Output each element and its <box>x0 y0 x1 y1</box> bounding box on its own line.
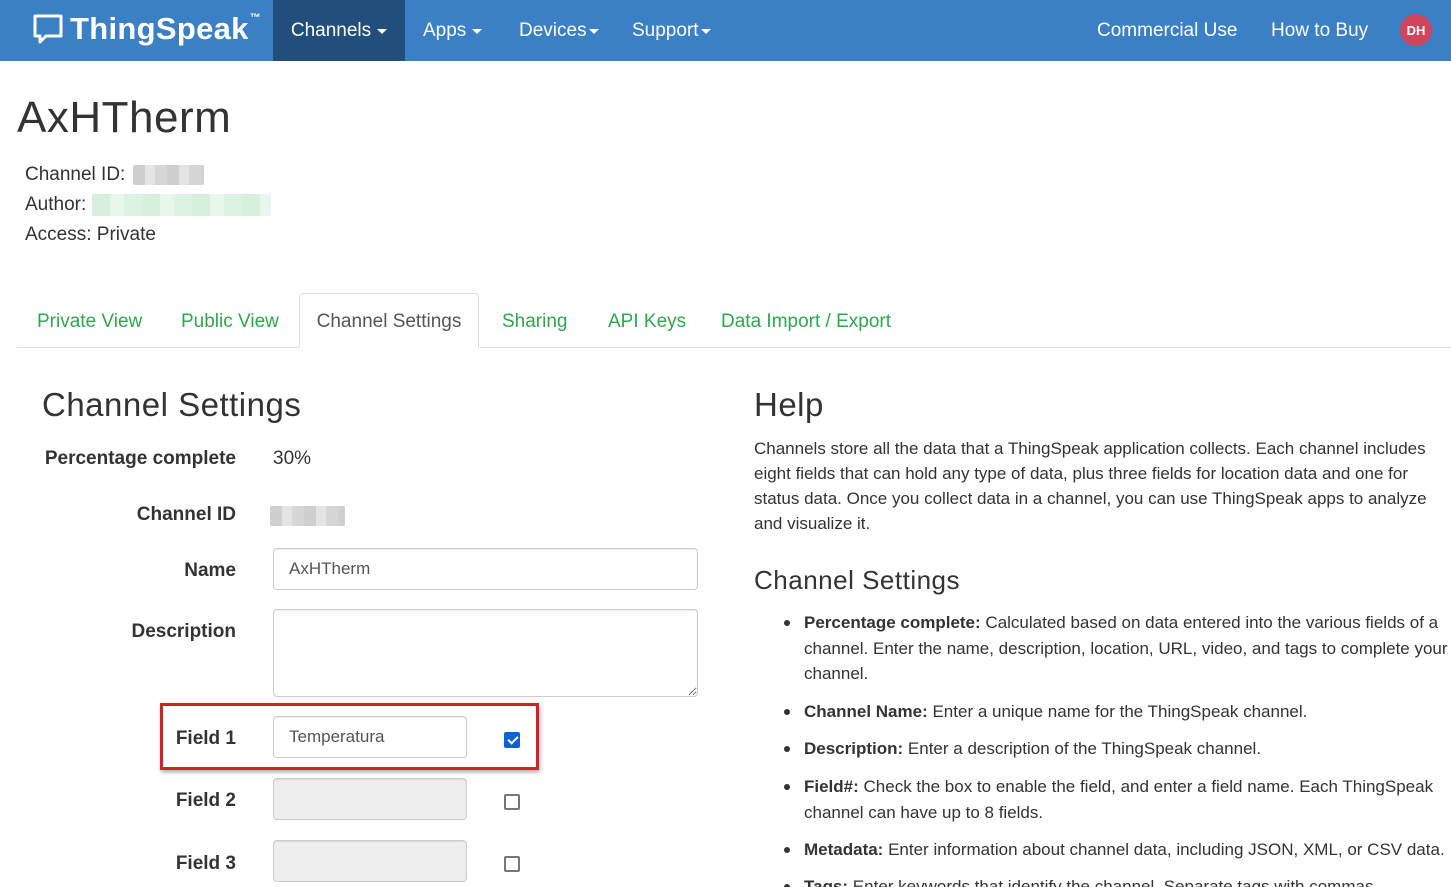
channel-id-meta-label: Channel ID: <box>25 164 126 185</box>
thingspeak-logo[interactable]: ThingSpeak ™ <box>32 11 261 47</box>
help-item: Channel Name: Enter a unique name for th… <box>804 699 1449 725</box>
field1-enable-checkbox[interactable] <box>504 732 520 748</box>
chevron-down-icon <box>377 29 388 34</box>
field2-enable-checkbox[interactable] <box>504 794 520 810</box>
channel-settings-heading: Channel Settings <box>42 386 302 423</box>
chevron-down-icon <box>472 29 483 34</box>
help-item-text: Enter keywords that identify the channel… <box>848 877 1379 887</box>
help-item-term: Metadata: <box>804 840 884 859</box>
help-item-term: Channel Name: <box>804 702 928 721</box>
author-meta-label: Author: <box>25 194 87 216</box>
field3-label: Field 3 <box>175 853 236 874</box>
help-item-text: Enter information about channel data, in… <box>883 840 1445 859</box>
nav-apps[interactable]: Apps <box>423 0 483 61</box>
help-item: Description: Enter a description of the … <box>804 736 1449 762</box>
help-item-term: Description: <box>804 739 904 758</box>
field1-input[interactable] <box>273 716 467 758</box>
nav-devices[interactable]: Devices <box>519 0 599 61</box>
field1-label: Field 1 <box>175 728 236 749</box>
chevron-down-icon <box>588 29 599 34</box>
redacted-author <box>91 194 271 216</box>
access-meta: Access: Private <box>25 224 156 245</box>
percentage-complete-label: Percentage complete <box>44 448 236 469</box>
bullet-icon <box>784 784 790 790</box>
name-label: Name <box>184 560 236 581</box>
nav-support-label: Support <box>632 19 699 41</box>
bullet-icon <box>784 709 790 715</box>
nav-support[interactable]: Support <box>632 0 711 61</box>
channel-id-meta: Channel ID: <box>25 164 204 186</box>
user-avatar[interactable]: DH <box>1400 14 1432 46</box>
redacted-channel-id <box>132 164 204 185</box>
tab-channel-settings[interactable]: Channel Settings <box>299 293 479 348</box>
nav-commercial-use-label: Commercial Use <box>1097 19 1238 41</box>
bullet-icon <box>784 847 790 853</box>
tab-public-view[interactable]: Public View <box>181 293 279 348</box>
help-item: Tags: Enter keywords that identify the c… <box>804 874 1449 887</box>
tab-api-keys[interactable]: API Keys <box>608 293 686 348</box>
description-label: Description <box>131 621 236 642</box>
bullet-icon <box>784 746 790 752</box>
help-item: Percentage complete: Calculated based on… <box>804 610 1449 687</box>
nav-commercial-use[interactable]: Commercial Use <box>1097 0 1237 61</box>
nav-channels-label: Channels <box>290 19 372 41</box>
tab-private-view[interactable]: Private View <box>37 293 142 348</box>
brand-name: ThingSpeak <box>70 11 249 46</box>
field3-input[interactable] <box>273 840 467 882</box>
help-heading: Help <box>754 386 824 423</box>
page-title: AxHTherm <box>17 93 232 142</box>
name-input[interactable] <box>273 548 698 590</box>
author-meta: Author: <box>25 194 271 216</box>
channel-id-label: Channel ID <box>136 504 236 525</box>
help-item-text: Enter a description of the ThingSpeak ch… <box>903 739 1262 758</box>
nav-channels[interactable]: Channels <box>273 0 405 61</box>
avatar-initials: DH <box>1406 22 1426 38</box>
help-item-text: Enter a unique name for the ThingSpeak c… <box>927 702 1308 721</box>
chevron-down-icon <box>700 29 711 34</box>
tab-sharing[interactable]: Sharing <box>502 293 568 348</box>
field2-label: Field 2 <box>175 790 236 811</box>
bullet-icon <box>784 620 790 626</box>
nav-apps-label: Apps <box>423 19 467 41</box>
description-textarea[interactable] <box>273 609 698 697</box>
speech-bubble-icon <box>33 14 63 44</box>
top-navbar: ThingSpeak ™ Channels Apps Devices Suppo… <box>0 0 1451 61</box>
field2-input[interactable] <box>273 778 467 820</box>
tab-data-import-export[interactable]: Data Import / Export <box>721 293 891 348</box>
help-item: Field#: Check the box to enable the fiel… <box>804 774 1449 825</box>
help-intro: Channels store all the data that a Thing… <box>754 439 1427 533</box>
field3-enable-checkbox[interactable] <box>504 856 520 872</box>
help-item-text: Check the box to enable the field, and e… <box>804 777 1434 822</box>
help-item-term: Field#: <box>804 777 859 796</box>
help-channel-settings-heading: Channel Settings <box>754 565 961 595</box>
help-item: Metadata: Enter information about channe… <box>804 837 1449 863</box>
help-item-term: Tags: <box>804 877 849 887</box>
redacted-channel-id-value <box>270 506 345 526</box>
nav-how-to-buy-label: How to Buy <box>1271 19 1369 41</box>
brand-trademark: ™ <box>249 12 261 24</box>
nav-devices-label: Devices <box>519 19 587 41</box>
percentage-complete-value: 30% <box>273 448 312 469</box>
help-item-term: Percentage complete: <box>804 613 981 632</box>
nav-how-to-buy[interactable]: How to Buy <box>1271 0 1368 61</box>
